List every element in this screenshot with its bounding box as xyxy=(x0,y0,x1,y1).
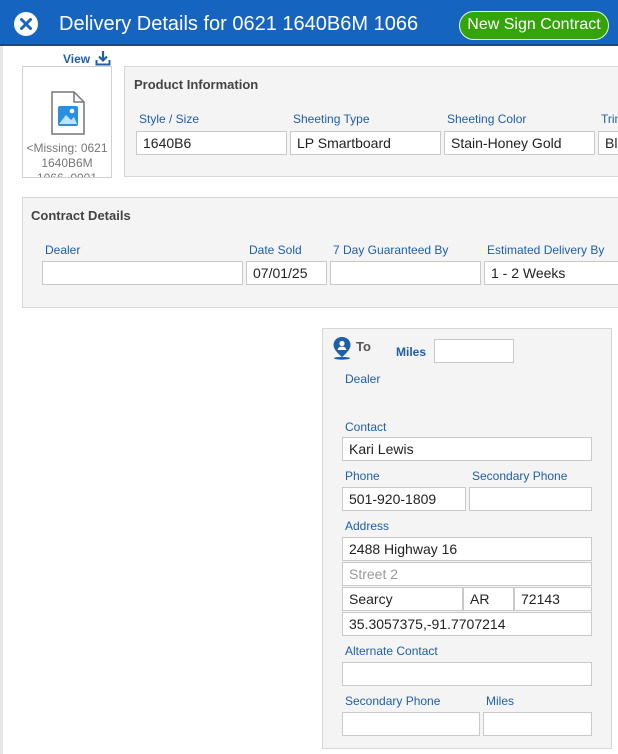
secondary-phone-label: Secondary Phone xyxy=(472,469,568,483)
alt-miles-label: Miles xyxy=(486,694,515,708)
close-icon xyxy=(20,18,32,30)
trim-label: Trim xyxy=(601,112,618,126)
alternate-contact-label: Alternate Contact xyxy=(345,644,438,658)
trim-field[interactable]: Bla xyxy=(598,131,618,155)
download-icon xyxy=(95,51,111,66)
contact-label: Contact xyxy=(345,420,387,434)
attachment-thumbnail[interactable]: <Missing: 0621 1640B6M 1066_0001 xyxy=(22,66,112,178)
alt-secondary-phone-field[interactable] xyxy=(342,712,480,736)
estimated-delivery-field[interactable]: 1 - 2 Weeks xyxy=(484,261,618,285)
guaranteed-by-label: 7 Day Guaranteed By xyxy=(333,243,449,257)
dialog-header: Delivery Details for 0621 1640B6M 1066 N… xyxy=(0,0,618,46)
sheeting-type-field[interactable]: LP Smartboard xyxy=(290,131,441,155)
dealer-field[interactable] xyxy=(42,261,243,285)
view-link[interactable]: View xyxy=(63,52,90,66)
estimated-delivery-label: Estimated Delivery By xyxy=(487,243,605,257)
dealer-label: Dealer xyxy=(45,243,81,257)
product-information-panel: Product Information Style / Size 1640B6 … xyxy=(124,66,618,177)
contract-details-title: Contract Details xyxy=(31,208,131,223)
address-label: Address xyxy=(345,519,390,533)
miles-label: Miles xyxy=(396,345,427,359)
alt-miles-field[interactable] xyxy=(483,712,592,736)
secondary-phone-field[interactable] xyxy=(469,487,592,511)
dialog-title: Delivery Details for 0621 1640B6M 1066 xyxy=(59,13,419,35)
missing-image-icon xyxy=(51,91,85,135)
street1-field[interactable]: 2488 Highway 16 xyxy=(342,537,592,561)
to-dealer-label: Dealer xyxy=(345,372,381,386)
zip-field[interactable]: 72143 xyxy=(514,587,592,611)
missing-file-text: <Missing: 0621 1640B6M 1066_0001 xyxy=(26,141,108,178)
phone-label: Phone xyxy=(345,469,380,483)
date-sold-label: Date Sold xyxy=(249,243,302,257)
date-sold-field[interactable]: 07/01/25 xyxy=(246,261,327,285)
style-size-field[interactable]: 1640B6 xyxy=(136,131,287,155)
to-label: To xyxy=(356,339,371,354)
miles-field[interactable] xyxy=(434,339,514,363)
guaranteed-by-field[interactable] xyxy=(330,261,481,285)
city-field[interactable]: Searcy xyxy=(342,587,463,611)
street2-field[interactable]: Street 2 xyxy=(342,562,592,586)
sheeting-type-label: Sheeting Type xyxy=(293,112,370,126)
phone-field[interactable]: 501-920-1809 xyxy=(342,487,466,511)
new-sign-contract-button[interactable]: New Sign Contract xyxy=(459,11,609,40)
sheeting-color-label: Sheeting Color xyxy=(447,112,527,126)
style-size-label: Style / Size xyxy=(139,112,200,126)
contact-field[interactable]: Kari Lewis xyxy=(342,437,592,461)
product-information-title: Product Information xyxy=(134,77,259,92)
sheeting-color-field[interactable]: Stain-Honey Gold xyxy=(444,131,595,155)
to-location-button[interactable] xyxy=(331,336,353,363)
alternate-contact-field[interactable] xyxy=(342,662,592,686)
location-person-icon xyxy=(333,337,351,360)
alt-secondary-phone-label: Secondary Phone xyxy=(345,694,441,708)
close-button[interactable] xyxy=(14,12,38,36)
state-field[interactable]: AR xyxy=(463,587,514,611)
left-edge xyxy=(0,46,3,754)
coordinates-field[interactable]: 35.3057375,-91.7707214 xyxy=(342,612,592,636)
contract-details-panel: Contract Details Dealer Date Sold 07/01/… xyxy=(22,197,618,308)
to-panel: To Miles Dealer Contact Kari Lewis Phone… xyxy=(322,328,612,749)
